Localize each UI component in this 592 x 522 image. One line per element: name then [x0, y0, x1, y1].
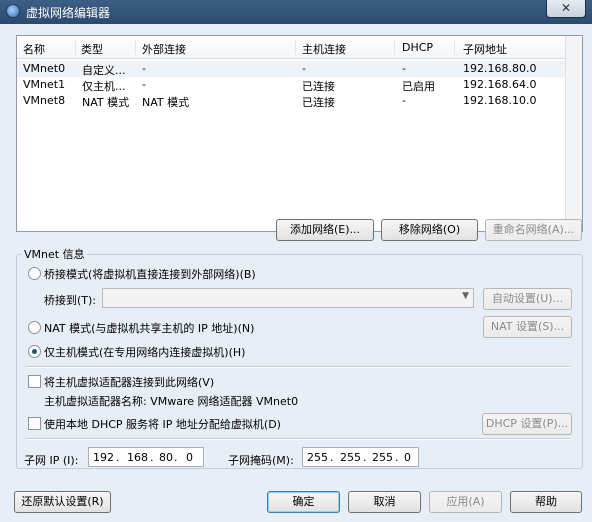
ok-button[interactable]: 确定 [267, 491, 340, 513]
table-row[interactable]: VMnet1 仅主机... - 已连接 已启用 192.168.64.0 [17, 77, 565, 93]
host-only-mode-radio[interactable] [28, 345, 41, 358]
cell-subnet: 192.168.80.0 [463, 62, 537, 75]
octet-separator: . [174, 451, 178, 464]
apply-button[interactable]: 应用(A) [429, 491, 502, 513]
cell-type: NAT 模式 [82, 96, 130, 109]
column-header-dhcp[interactable]: DHCP [402, 41, 455, 55]
cell-dhcp: - [402, 94, 406, 107]
cell-host: 已连接 [302, 96, 335, 109]
host-only-mode-label[interactable]: 仅主机模式(在专用网络内连接虚拟机)(H) [44, 344, 245, 360]
title-bar: 虚拟网络编辑器 ✕ [0, 0, 592, 24]
octet-separator: . [150, 451, 154, 464]
subnet-ip-octet-3: 80 [159, 451, 173, 464]
cell-host: 已连接 [302, 80, 335, 93]
connect-adapter-label[interactable]: 将主机虚拟适配器连接到此网络(V) [44, 374, 214, 390]
auto-settings-button[interactable]: 自动设置(U)... [483, 288, 572, 310]
virtual-network-editor-window: 虚拟网络编辑器 ✕ 名称 类型 外部连接 主机连接 DHCP 子网地址 VMne… [0, 0, 592, 522]
cell-dhcp: - [402, 62, 406, 75]
bridge-to-select[interactable]: ▼ [102, 288, 474, 308]
group-divider [26, 438, 571, 440]
bridged-mode-label[interactable]: 桥接模式(将虚拟机直接连接到外部网络)(B) [44, 266, 256, 282]
octet-separator: . [395, 451, 399, 464]
cell-external: - [142, 78, 146, 91]
octet-separator: . [116, 451, 120, 464]
dhcp-checkbox[interactable] [28, 417, 41, 430]
vmnet-info-label: VMnet 信息 [22, 246, 87, 262]
add-network-button[interactable]: 添加网络(E)... [276, 219, 374, 241]
bridge-to-label: 桥接到(T): [44, 294, 97, 307]
dialog-client: 名称 类型 外部连接 主机连接 DHCP 子网地址 VMnet0 自定义... … [8, 24, 584, 518]
help-button[interactable]: 帮助 [510, 491, 582, 513]
bridged-mode-radio[interactable] [28, 267, 41, 280]
network-list[interactable]: 名称 类型 外部连接 主机连接 DHCP 子网地址 VMnet0 自定义... … [16, 35, 583, 232]
remove-network-button[interactable]: 移除网络(O) [381, 219, 478, 241]
window-title: 虚拟网络编辑器 [26, 6, 111, 20]
cell-host: - [302, 62, 306, 75]
list-scrollbar[interactable] [565, 36, 582, 231]
nat-settings-button[interactable]: NAT 设置(S)... [483, 316, 572, 338]
subnet-mask-octet-3: 255 [372, 451, 393, 464]
adapter-name-label: 主机虚拟适配器名称: VMware 网络适配器 VMnet0 [44, 395, 299, 408]
column-header-host[interactable]: 主机连接 [302, 41, 395, 56]
subnet-mask-octet-2: 255 [340, 451, 361, 464]
cell-subnet: 192.168.10.0 [463, 94, 537, 107]
nat-mode-radio[interactable] [28, 321, 41, 334]
subnet-mask-octet-1: 255 [307, 451, 328, 464]
cell-subnet: 192.168.64.0 [463, 78, 537, 91]
nat-mode-label[interactable]: NAT 模式(与虚拟机共享主机的 IP 地址)(N) [44, 320, 254, 336]
subnet-ip-label: 子网 IP (I): [24, 454, 79, 467]
restore-defaults-button[interactable]: 还原默认设置(R) [14, 491, 111, 513]
column-header-type[interactable]: 类型 [81, 41, 136, 56]
octet-separator: . [363, 451, 367, 464]
vmnet-info-group [16, 254, 583, 469]
table-row[interactable]: VMnet0 自定义... - - - 192.168.80.0 [17, 61, 565, 77]
octet-separator: . [330, 451, 334, 464]
dhcp-settings-button[interactable]: DHCP 设置(P)... [482, 413, 572, 435]
cell-name: VMnet1 [23, 78, 66, 91]
subnet-ip-octet-4: 0 [186, 451, 193, 464]
cell-type: 自定义... [82, 64, 126, 77]
column-header-name[interactable]: 名称 [23, 41, 76, 56]
dhcp-label[interactable]: 使用本地 DHCP 服务将 IP 地址分配给虚拟机(D) [44, 416, 281, 432]
subnet-mask-label: 子网掩码(M): [228, 454, 294, 467]
cell-dhcp: 已启用 [402, 80, 435, 93]
close-icon[interactable]: ✕ [546, 0, 586, 18]
subnet-mask-octet-4: 0 [404, 451, 411, 464]
column-header-subnet[interactable]: 子网地址 [463, 41, 563, 56]
rename-network-button[interactable]: 重命名网络(A)... [485, 219, 582, 241]
table-row[interactable]: VMnet8 NAT 模式 NAT 模式 已连接 - 192.168.10.0 [17, 93, 565, 109]
cell-name: VMnet0 [23, 62, 66, 75]
cell-external: NAT 模式 [142, 96, 190, 109]
connect-adapter-checkbox[interactable] [28, 375, 41, 388]
subnet-ip-octet-2: 168 [127, 451, 148, 464]
network-app-icon [6, 4, 20, 18]
cancel-button[interactable]: 取消 [348, 491, 421, 513]
subnet-ip-input[interactable]: 192 . 168 . 80 . 0 [88, 447, 204, 467]
cell-external: - [142, 62, 146, 75]
cell-name: VMnet8 [23, 94, 66, 107]
group-divider [26, 366, 571, 368]
subnet-mask-input[interactable]: 255 . 255 . 255 . 0 [302, 447, 419, 467]
chevron-down-icon: ▼ [462, 291, 469, 301]
column-header-external[interactable]: 外部连接 [142, 41, 296, 56]
list-header: 名称 类型 外部连接 主机连接 DHCP 子网地址 [17, 36, 582, 59]
cell-type: 仅主机... [82, 80, 126, 93]
subnet-ip-octet-1: 192 [93, 451, 114, 464]
